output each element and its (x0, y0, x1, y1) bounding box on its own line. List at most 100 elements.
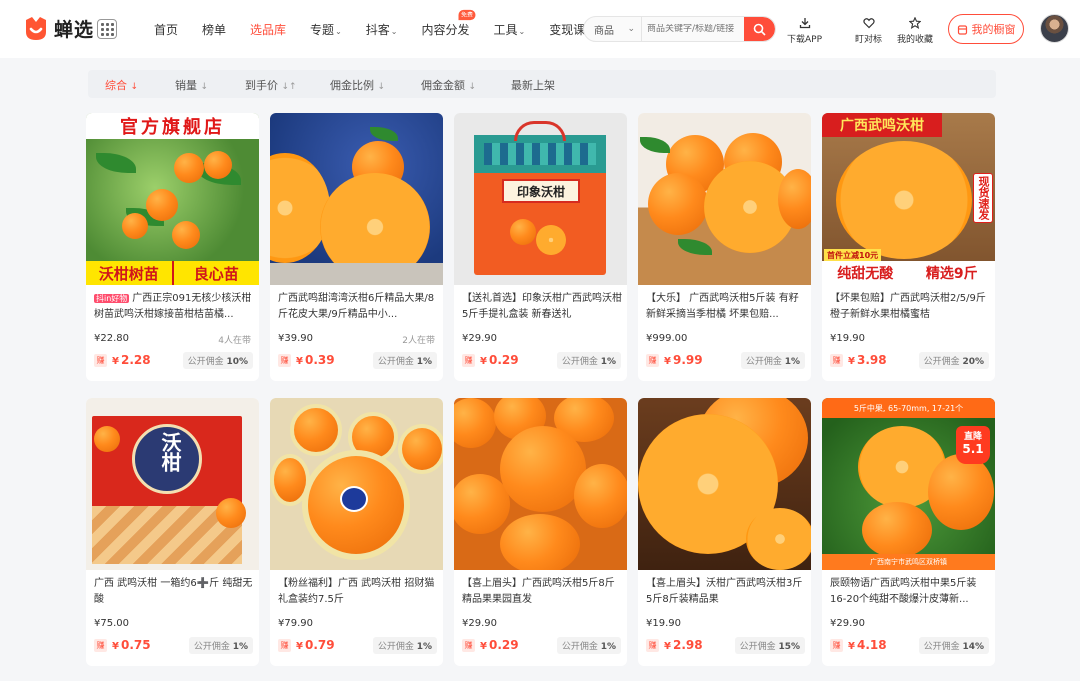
sort-comprehensive[interactable]: 综合 ↓ (105, 77, 138, 93)
product-title-text: 辰颐物语广西武鸣沃柑中果5斤装16-20个纯甜不酸爆汁皮薄新... (830, 578, 977, 605)
nav-ranking[interactable]: 榜单 (202, 21, 226, 38)
product-title[interactable]: 广西 武鸣沃柑 一箱约6➕斤 纯甜无酸 (94, 576, 254, 608)
product-title[interactable]: 【粉丝福利】广西 武鸣沃柑 招财猫礼盒装约7.5斤 (278, 576, 438, 608)
chevron-down-icon: ⌄ (518, 27, 526, 36)
earn-icon: 赚 (278, 638, 291, 652)
sort-final-price[interactable]: 到手价 ↓↑ (245, 77, 297, 93)
commission-value: 0.75 (120, 638, 151, 652)
commission: 赚 ¥0.39 (278, 353, 335, 367)
product-image[interactable] (638, 398, 811, 570)
sort-sales[interactable]: 销量 ↓ (175, 77, 208, 93)
product-image[interactable] (270, 113, 443, 285)
promoters-count: 2人在带 (402, 336, 435, 346)
sort-commission-rate[interactable]: 佣金比例 ↓ (330, 77, 385, 93)
product-title[interactable]: 广西武鸣甜湾湾沃柑6斤精品大果/8斤花皮大果/9斤精品中小... (278, 291, 438, 323)
heart-icon (862, 18, 875, 29)
product-image[interactable]: 广西武鸣沃柑 现货速发 首件立减10元 纯甜无酸 精选9斤 (822, 113, 995, 285)
search-icon (753, 23, 766, 36)
product-title[interactable]: 【喜上眉头】广西武鸣沃柑5斤8斤精品果果园直发 (462, 576, 622, 608)
sort-bar: 综合 ↓ 销量 ↓ 到手价 ↓↑ 佣金比例 ↓ 佣金金额 ↓ 最新上架 (88, 70, 996, 98)
promo-tag: 抖in好物 (94, 294, 130, 303)
product-title[interactable]: 【大乐】 广西武鸣沃柑5斤装 有籽新鲜采摘当季柑橘 坏果包赔... (646, 291, 806, 323)
product-title[interactable]: 抖in好物 广西正宗091无核少核沃柑树苗武鸣沃柑嫁接苗柑桔苗橘... (94, 291, 254, 323)
product-title[interactable]: 【坏果包赔】广西武鸣沃柑2/5/9斤橙子新鲜水果柑橘蜜桔 (830, 291, 990, 323)
rate-value: 1% (232, 642, 248, 652)
chevron-down-icon: ⌄ (390, 27, 398, 36)
nav-tools[interactable]: 工具⌄ (494, 21, 526, 38)
commission: 赚 ¥2.98 (646, 638, 703, 652)
avatar[interactable] (1040, 14, 1069, 43)
sort-commission-amount[interactable]: 佣金金额 ↓ (421, 77, 476, 93)
sort-label: 综合 (105, 79, 127, 92)
nav-home[interactable]: 首页 (154, 21, 178, 38)
product-image[interactable]: 印象沃柑 (454, 113, 627, 285)
commission-rate-badge: 公开佣金 10% (182, 352, 253, 369)
nav-product-library[interactable]: 选品库 (250, 21, 286, 38)
apps-grid-icon[interactable] (97, 19, 117, 39)
my-window-button[interactable]: 我的橱窗 (948, 14, 1024, 44)
product-price: ¥29.90 (462, 618, 497, 629)
product-card[interactable]: 【大乐】 广西武鸣沃柑5斤装 有籽新鲜采摘当季柑橘 坏果包赔... ¥999.0… (638, 113, 811, 381)
product-title[interactable]: 【送礼首选】印象沃柑广西武鸣沃柑 5斤手提礼盒装 新春送礼 (462, 291, 622, 323)
track-competitor-button[interactable]: 盯对标 (855, 16, 882, 45)
nav-douke[interactable]: 抖客⌄ (366, 21, 398, 38)
search-input[interactable] (642, 24, 746, 34)
commission-rate-badge: 公开佣金 15% (734, 637, 805, 654)
search-type-select[interactable]: 商品 ⌄ (584, 17, 642, 41)
search-button[interactable] (744, 17, 775, 41)
rate-label: 公开佣金 (377, 642, 414, 652)
product-title-text: 【大乐】 广西武鸣沃柑5斤装 有籽新鲜采摘当季柑橘 坏果包赔... (646, 293, 799, 320)
rate-label: 公开佣金 (745, 357, 782, 367)
rate-label: 公开佣金 (187, 357, 224, 367)
nav-content-distribution[interactable]: 内容分发 免费 (421, 9, 476, 38)
product-title[interactable]: 辰颐物语广西武鸣沃柑中果5斤装16-20个纯甜不酸爆汁皮薄新... (830, 576, 990, 608)
currency-symbol: ¥ (848, 356, 855, 367)
earn-icon: 赚 (830, 638, 843, 652)
currency-symbol: ¥ (296, 356, 303, 367)
product-title[interactable]: 【喜上眉头】沃柑广西武鸣沃柑3斤5斤8斤装精品果 (646, 576, 806, 608)
product-card[interactable]: 官方旗舰店 沃柑树苗 良心苗 抖in好物 广西正宗091无核少核沃柑树苗武鸣沃柑嫁… (86, 113, 259, 381)
product-image[interactable]: 官方旗舰店 沃柑树苗 良心苗 (86, 113, 259, 285)
earn-icon: 赚 (462, 353, 475, 367)
product-price: ¥22.80 (94, 333, 129, 344)
commission-value: 0.39 (304, 353, 335, 367)
download-label: 下载APP (787, 35, 823, 45)
sort-arrow-icon: ↓ (377, 82, 386, 92)
commission: 赚 ¥0.79 (278, 638, 335, 652)
image-banner-right: 精选9斤 (925, 266, 978, 282)
image-banner-right: 良心苗 (171, 261, 259, 285)
download-app-button[interactable]: 下载APP (787, 16, 822, 45)
product-image[interactable]: 5斤中果, 65-70mm, 17-21个 直降 5.1 广西南宁市武鸣区双桥镇 (822, 398, 995, 570)
logo[interactable]: 蝉选 (22, 14, 94, 42)
my-collection-button[interactable]: 我的收藏 (897, 16, 933, 45)
image-banner-top: 广西武鸣沃柑 (822, 113, 942, 137)
product-image[interactable] (454, 398, 627, 570)
promoters-count: 4人在带 (218, 336, 251, 346)
product-price: ¥19.90 (646, 618, 681, 629)
product-card[interactable]: 【粉丝福利】广西 武鸣沃柑 招财猫礼盒装约7.5斤 ¥79.90 赚 ¥0.79 … (270, 398, 443, 666)
product-price: ¥75.00 (94, 618, 129, 629)
image-side-label: 现货速发 (973, 173, 993, 223)
product-card[interactable]: 【喜上眉头】沃柑广西武鸣沃柑3斤5斤8斤装精品果 ¥19.90 赚 ¥2.98 公… (638, 398, 811, 666)
product-card[interactable]: 印象沃柑 【送礼首选】印象沃柑广西武鸣沃柑 5斤手提礼盒装 新春送礼 ¥29.9… (454, 113, 627, 381)
product-image[interactable]: 沃柑 (86, 398, 259, 570)
product-title-text: 【喜上眉头】沃柑广西武鸣沃柑3斤5斤8斤装精品果 (646, 578, 803, 605)
product-card[interactable]: 【喜上眉头】广西武鸣沃柑5斤8斤精品果果园直发 ¥29.90 赚 ¥0.29 公开… (454, 398, 627, 666)
product-card[interactable]: 沃柑 广西 武鸣沃柑 一箱约6➕斤 纯甜无酸 ¥75.00 赚 ¥0.75 公开佣… (86, 398, 259, 666)
rate-label: 公开佣金 (561, 642, 598, 652)
rate-value: 1% (600, 357, 616, 367)
product-price: ¥29.90 (462, 333, 497, 344)
sort-newest[interactable]: 最新上架 (511, 77, 555, 93)
nav-topics[interactable]: 专题⌄ (310, 21, 342, 38)
currency-symbol: ¥ (664, 641, 671, 652)
commission-rate-badge: 公开佣金 1% (372, 637, 437, 654)
product-image[interactable] (270, 398, 443, 570)
commission: 赚 ¥2.28 (94, 353, 151, 367)
nav-label: 首页 (154, 23, 179, 37)
price-drop-badge: 直降 5.1 (956, 426, 990, 464)
product-card[interactable]: 5斤中果, 65-70mm, 17-21个 直降 5.1 广西南宁市武鸣区双桥镇… (822, 398, 995, 666)
product-image[interactable] (638, 113, 811, 285)
currency-symbol: ¥ (296, 641, 303, 652)
product-card[interactable]: 广西武鸣甜湾湾沃柑6斤精品大果/8斤花皮大果/9斤精品中小... ¥39.90 … (270, 113, 443, 381)
product-card[interactable]: 广西武鸣沃柑 现货速发 首件立减10元 纯甜无酸 精选9斤 【坏果包赔】广西武鸣… (822, 113, 995, 381)
